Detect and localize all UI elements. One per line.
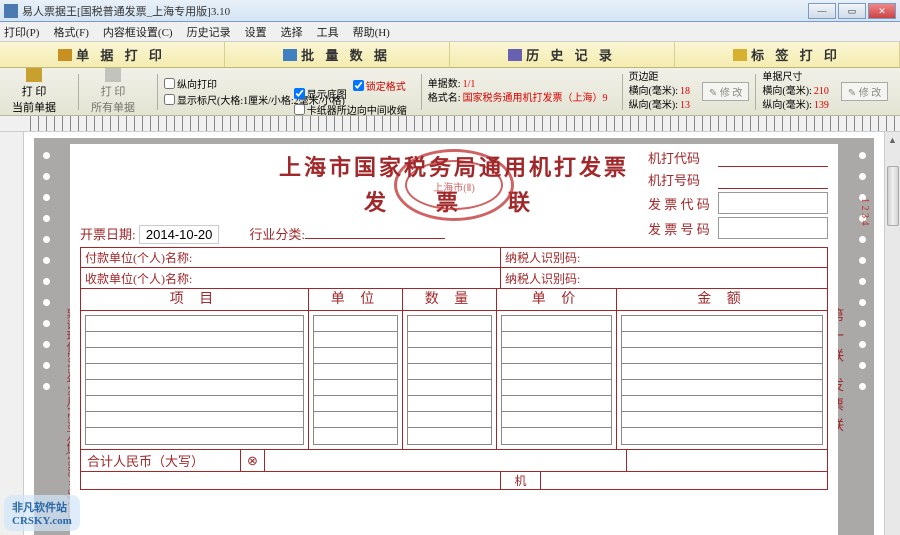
tab-history[interactable]: 历 史 记 录 [450, 42, 675, 67]
tab-batch[interactable]: 批 量 数 据 [225, 42, 450, 67]
menu-tools[interactable]: 工具 [317, 24, 339, 40]
tab-single[interactable]: 单 据 打 印 [0, 42, 225, 67]
item-grid[interactable] [85, 315, 304, 445]
printer-icon [26, 68, 42, 82]
batch-icon [283, 49, 297, 61]
total-num-field[interactable] [627, 450, 827, 471]
ruler-horizontal [0, 116, 900, 132]
print-all-button[interactable]: 打 印所有单据 [85, 66, 141, 117]
maximize-button[interactable]: ▭ [838, 3, 866, 19]
col-unit: 单 位 [309, 289, 403, 311]
col-amount: 金 额 [617, 289, 827, 311]
menu-print[interactable]: 打印(P) [4, 24, 39, 40]
titlebar: 易人票据王[国税普通发票_上海专用版]3.10 — ▭ ✕ [0, 0, 900, 22]
col-price: 单 价 [497, 289, 617, 311]
menu-settings[interactable]: 设置 [245, 24, 267, 40]
qty-grid[interactable] [407, 315, 492, 445]
col-item: 项 目 [81, 289, 309, 311]
menu-format[interactable]: 格式(F) [53, 24, 88, 40]
toolbar: 打 印当前单据 打 印所有单据 纵向打印 显示标尺(大格:1厘米/小格:2毫米/… [0, 68, 900, 116]
col-qty: 数 量 [403, 289, 497, 311]
menu-help[interactable]: 帮助(H) [353, 24, 390, 40]
size-info: 单据尺寸 横向(毫米):210 纵向(毫米):139 [762, 71, 828, 113]
doc-count: 单据数:1/1 格式名:国家税务通用机打发票（上海）9 [428, 78, 608, 106]
menu-history[interactable]: 历史记录 [187, 24, 231, 40]
date-field[interactable]: 2014-10-20 [139, 225, 220, 244]
invoice-title: 上海市国家税务局通用机打发票 [80, 150, 828, 185]
watermark: 非凡软件站CRSKY.com [4, 495, 80, 531]
ruler-vertical [0, 132, 24, 535]
window-title: 易人票据王[国税普通发票_上海专用版]3.10 [22, 3, 230, 19]
invoice-code-field[interactable] [718, 192, 828, 214]
printer-icon [105, 68, 121, 82]
app-icon [4, 4, 18, 18]
scrollbar-vertical[interactable]: ▲ [884, 132, 900, 535]
amount-grid[interactable] [621, 315, 823, 445]
industry-field[interactable] [305, 223, 445, 239]
print-current-button[interactable]: 打 印当前单据 [6, 66, 62, 117]
canvas: 1 2 3 4 票证现代2013年10月P250万份(1000×3)/2030 … [24, 132, 884, 535]
margin-info: 页边距 横向(毫米):18 纵向(毫米):13 [629, 71, 690, 113]
price-grid[interactable] [501, 315, 612, 445]
menu-select[interactable]: 选择 [281, 24, 303, 40]
tab-numbers: 1 2 3 4 [859, 198, 870, 226]
scroll-up-icon[interactable]: ▲ [885, 132, 900, 148]
invoice-num-field[interactable] [718, 217, 828, 239]
tab-label[interactable]: 标 签 打 印 [675, 42, 900, 67]
circle-icon: ⊗ [247, 453, 258, 469]
ck-crop[interactable]: 卡纸器所边向中间收缩 [294, 102, 407, 117]
scroll-thumb[interactable] [887, 166, 899, 226]
label-icon [733, 49, 747, 61]
total-label: 合计人民币（大写） [87, 451, 204, 470]
minimize-button[interactable]: — [808, 3, 836, 19]
edit-margin-button[interactable]: ✎ 修 改 [702, 82, 749, 101]
single-icon [58, 49, 72, 61]
close-button[interactable]: ✕ [868, 3, 896, 19]
tabbar: 单 据 打 印 批 量 数 据 历 史 记 录 标 签 打 印 [0, 42, 900, 68]
ck-bottom[interactable]: 显示底图 [294, 86, 407, 101]
unit-grid[interactable] [313, 315, 398, 445]
history-icon [508, 49, 522, 61]
menubar: 打印(P) 格式(F) 内容框设置(C) 历史记录 设置 选择 工具 帮助(H) [0, 22, 900, 42]
total-cn-field[interactable] [265, 450, 627, 471]
invoice-preview: 1 2 3 4 票证现代2013年10月P250万份(1000×3)/2030 … [34, 138, 874, 535]
edit-size-button[interactable]: ✎ 修 改 [841, 82, 888, 101]
menu-content[interactable]: 内容框设置(C) [103, 24, 173, 40]
